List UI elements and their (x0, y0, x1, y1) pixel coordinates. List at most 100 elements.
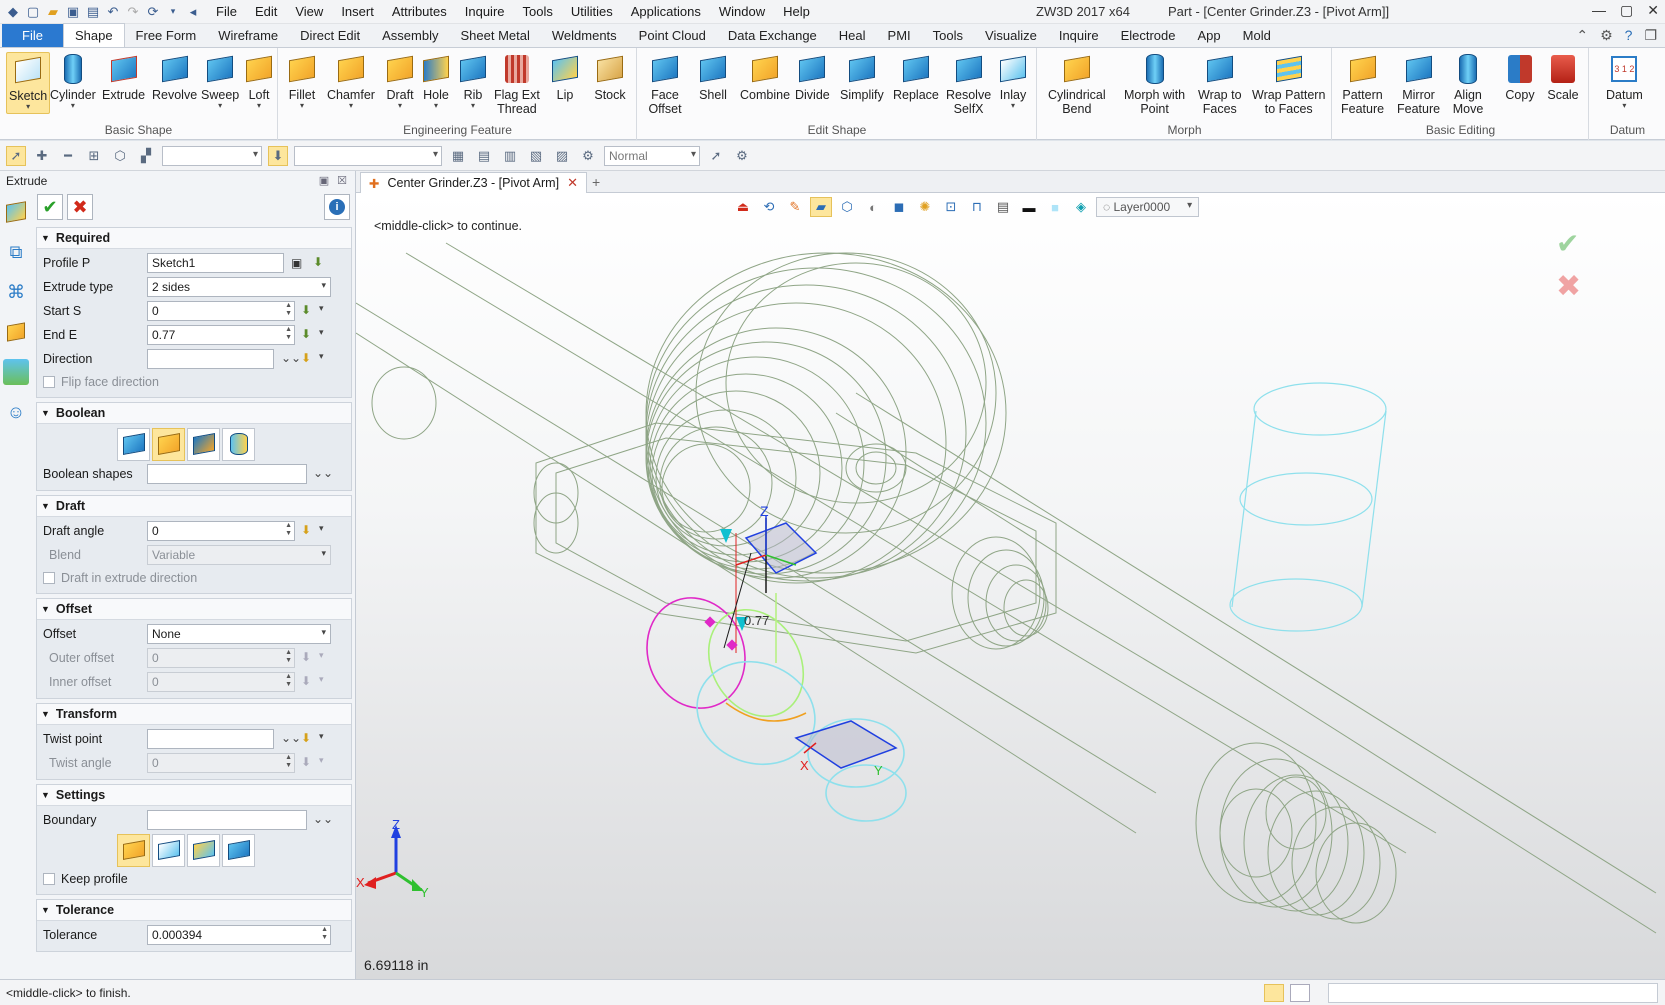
pick-arrow-icon[interactable]: ⬇ (313, 255, 323, 269)
required-section-header[interactable]: ▼ Required (37, 228, 351, 249)
menu-file[interactable]: File (214, 2, 239, 21)
boundary-type-c-icon[interactable] (187, 833, 220, 867)
boolean-intersect-icon[interactable] (222, 427, 255, 461)
tab-inquire[interactable]: Inquire (1048, 24, 1110, 47)
end-options-icon[interactable]: ▾ (319, 327, 324, 338)
boolean-shapes-field[interactable] (147, 464, 307, 484)
orient-icon[interactable]: ⟲ (758, 197, 780, 217)
render-style-icon[interactable]: ◈ (1070, 197, 1092, 217)
tab-tools[interactable]: Tools (922, 24, 974, 47)
start-pick-icon[interactable]: ⬇ (301, 303, 311, 317)
viewport-cancel-icon[interactable]: ✖ (1556, 269, 1581, 304)
pick-combo[interactable] (294, 145, 442, 166)
minimize-icon[interactable]: — (1592, 2, 1606, 19)
toolbar-icon-b[interactable]: ▤ (474, 146, 494, 166)
cancel-x-button[interactable]: ✖ (67, 194, 93, 220)
copy-button[interactable]: Copy (1503, 52, 1537, 102)
tab-pmi[interactable]: PMI (877, 24, 922, 47)
stock-button[interactable]: Stock (593, 52, 627, 102)
new-file-icon[interactable]: ▢ (24, 3, 42, 21)
end-field[interactable]: 0.77 ▲ ▼ (147, 325, 295, 345)
twist-angle-options-icon[interactable]: ▾ (319, 755, 324, 766)
boundary-type-b-icon[interactable] (152, 833, 185, 867)
lighting-icon[interactable]: ✺ (914, 197, 936, 217)
expand-chevron-icon[interactable]: ⌄⌄ (313, 812, 333, 826)
draft-options-icon[interactable]: ▾ (319, 523, 324, 534)
cylindrical-bend-button[interactable]: Cylindrical Bend (1048, 52, 1106, 116)
user-icon[interactable]: ☺ (3, 399, 29, 425)
boolean-add-icon[interactable] (152, 427, 185, 461)
toolbar-icon-d[interactable]: ▧ (526, 146, 546, 166)
draft-button[interactable]: Draft ▾ (383, 52, 417, 110)
wrap-pattern-button[interactable]: Wrap Pattern to Faces (1252, 52, 1325, 116)
shell-button[interactable]: Shell (696, 52, 730, 102)
expand-chevron-icon[interactable]: ⌄⌄ (281, 731, 301, 745)
toolbar-icon-e[interactable]: ▨ (552, 146, 572, 166)
expand-chevron-icon[interactable]: ⌄⌄ (313, 466, 333, 480)
tab-shape[interactable]: Shape (62, 23, 125, 47)
toolbar-icon-c[interactable]: ▥ (500, 146, 520, 166)
add-filter-icon[interactable]: ✚ (32, 146, 52, 166)
sketch-select-icon[interactable]: ▣ (291, 256, 302, 270)
menu-utilities[interactable]: Utilities (569, 2, 615, 21)
pattern-feature-button[interactable]: Pattern Feature (1341, 52, 1384, 116)
remove-filter-icon[interactable]: ━ (58, 146, 78, 166)
tab-wireframe[interactable]: Wireframe (207, 24, 289, 47)
scale-button[interactable]: Scale (1546, 52, 1580, 102)
end-pick-icon[interactable]: ⬇ (301, 327, 311, 341)
tab-direct-edit[interactable]: Direct Edit (289, 24, 371, 47)
help-icon[interactable]: ? (1625, 27, 1633, 44)
draft-section-header[interactable]: ▼ Draft (37, 496, 351, 517)
spinner-icon[interactable]: ▲ ▼ (321, 926, 328, 942)
transform-section-header[interactable]: ▼ Transform (37, 704, 351, 725)
twist-options-icon[interactable]: ▾ (319, 731, 324, 742)
app-logo-icon[interactable]: ◆ (4, 3, 22, 21)
assembly-tree-icon[interactable]: ⌘ (3, 279, 29, 305)
display-icon[interactable]: ▤ (992, 197, 1014, 217)
combine-button[interactable]: Combine (740, 52, 790, 102)
boolean-remove-icon[interactable] (187, 427, 220, 461)
blend-select[interactable]: Variable ▾ (147, 545, 331, 565)
panel-close-icon[interactable]: ☒ (337, 174, 347, 187)
image-icon[interactable] (3, 359, 29, 385)
flip-face-checkbox[interactable]: Flip face direction (43, 371, 347, 393)
layer-select[interactable]: ◌ Layer0000 (1096, 197, 1200, 217)
box-select-icon[interactable]: ⊞ (84, 146, 104, 166)
spinner-icon[interactable]: ▲ ▼ (285, 522, 292, 538)
tab-close-icon[interactable]: ✕ (567, 175, 578, 191)
back-arrow-icon[interactable]: ◂ (184, 3, 202, 21)
simplify-button[interactable]: Simplify (840, 52, 884, 102)
menu-insert[interactable]: Insert (339, 2, 376, 21)
section-icon[interactable]: ⊓ (966, 197, 988, 217)
inner-options-icon[interactable]: ▾ (319, 674, 324, 685)
new-tab-plus-icon[interactable]: + (592, 174, 600, 190)
undo-icon[interactable]: ↶ (104, 3, 122, 21)
loft-button[interactable]: Loft ▾ (242, 52, 276, 110)
tab-assembly[interactable]: Assembly (371, 24, 449, 47)
revolve-button[interactable]: Revolve (152, 52, 197, 102)
tab-mold[interactable]: Mold (1232, 24, 1282, 47)
start-options-icon[interactable]: ▾ (319, 303, 324, 314)
menu-view[interactable]: View (293, 2, 325, 21)
settings-section-header[interactable]: ▼ Settings (37, 785, 351, 806)
boundary-type-d-icon[interactable] (222, 833, 255, 867)
line-style-icon[interactable]: ▬ (1018, 197, 1040, 217)
replace-button[interactable]: Replace (893, 52, 939, 102)
spinner-icon[interactable]: ▲ ▼ (285, 326, 292, 342)
ok-check-button[interactable]: ✔ (37, 194, 63, 220)
align-move-button[interactable]: Align Move (1451, 52, 1485, 116)
settings-gear-small-icon[interactable]: ⚙ (578, 146, 598, 166)
fillet-button[interactable]: Fillet ▾ (285, 52, 319, 110)
info-button[interactable]: i (324, 194, 350, 220)
draft-angle-field[interactable]: 0 ▲ ▼ (147, 521, 295, 541)
outer-options-icon[interactable]: ▾ (319, 650, 324, 661)
tab-point-cloud[interactable]: Point Cloud (628, 24, 717, 47)
twist-point-field[interactable] (147, 729, 274, 749)
menu-window[interactable]: Window (717, 2, 767, 21)
save-icon[interactable]: ▣ (64, 3, 82, 21)
filter-icon[interactable]: ▞ (136, 146, 156, 166)
sketch-button[interactable]: Sketch ▾ (6, 52, 51, 114)
chamfer-button[interactable]: Chamfer ▾ (327, 52, 375, 110)
tab-sheet-metal[interactable]: Sheet Metal (450, 24, 541, 47)
tab-data-exchange[interactable]: Data Exchange (717, 24, 828, 47)
